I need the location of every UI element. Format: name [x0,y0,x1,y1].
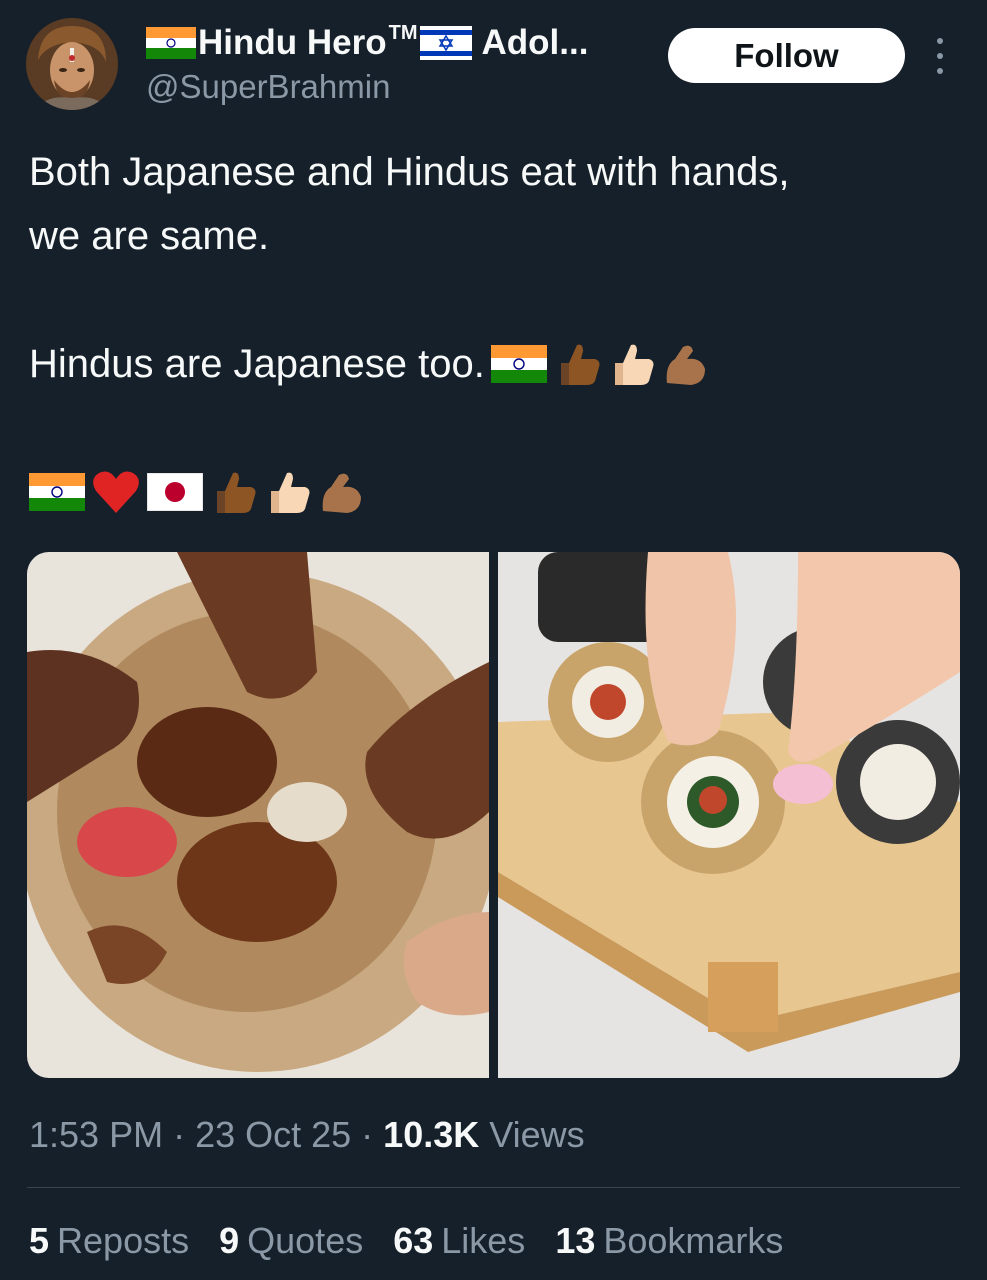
tweet-line-4 [29,460,969,524]
media-image-sushi[interactable] [498,552,960,1078]
tweet-line-3-text: Hindus are Japanese too. [29,342,485,386]
likes-count: 63 [393,1220,434,1261]
thumbs-up-light-icon [271,472,310,513]
india-flag-icon [29,473,85,511]
engagement-stats: 5 Reposts 9 Quotes 63 Likes 13 Bookmarks [29,1215,783,1267]
avatar-image [26,18,118,110]
thumbs-up-dark-icon [217,472,256,513]
follow-button[interactable]: Follow [668,28,905,83]
divider [27,1187,960,1188]
tweet-date[interactable]: 23 Oct 25 [195,1114,351,1156]
sushi-image [498,552,960,1078]
reposts-count: 5 [29,1220,50,1261]
views-count: 10.3K [383,1114,480,1155]
india-flag-icon [146,27,196,59]
india-flag-icon [490,345,547,383]
israel-flag-icon [419,26,472,60]
tweet-meta: 1:53 PM · 23 Oct 25 · 10.3K Views [29,1110,585,1160]
media-image-hands-eating[interactable] [27,552,489,1078]
tweet-line-1: Both Japanese and Hindus eat with hands, [29,150,790,194]
thumbs-up-dark-icon [560,344,600,385]
flexed-biceps-icon [322,473,361,513]
red-heart-icon [93,471,139,513]
meta-separator: · [163,1114,196,1155]
bookmarks-count: 13 [555,1220,596,1261]
views-label: Views [479,1114,585,1155]
bookmarks-label: Bookmarks [603,1220,784,1261]
flexed-biceps-icon [666,345,705,385]
likes-label: Likes [441,1220,526,1261]
reposts-stat[interactable]: 5 Reposts [29,1220,189,1262]
likes-stat[interactable]: 63 Likes [393,1220,525,1262]
user-handle[interactable]: @SuperBrahmin [146,68,390,106]
quotes-label: Quotes [247,1220,364,1261]
thumbs-up-light-icon [614,344,654,385]
tweet-line-3: Hindus are Japanese too. [29,332,969,396]
bookmarks-stat[interactable]: 13 Bookmarks [555,1220,783,1262]
display-name[interactable]: Hindu Hero TM Adol... [146,20,588,66]
tweet-line-2: we are same. [29,214,270,258]
display-name-part1: Hindu Hero [198,23,387,62]
tweet-text: Both Japanese and Hindus eat with hands,… [29,140,969,524]
quotes-count: 9 [219,1220,240,1261]
hands-eating-image [27,552,489,1078]
trademark-sign: TM [388,21,418,44]
quotes-stat[interactable]: 9 Quotes [219,1220,363,1262]
japan-flag-icon [147,473,203,511]
reposts-label: Reposts [57,1220,190,1261]
meta-separator: · [351,1114,384,1155]
avatar[interactable] [26,18,118,110]
tweet-time[interactable]: 1:53 PM [29,1114,163,1156]
display-name-part2: Adol... [481,23,589,62]
more-options-icon[interactable] [928,38,952,74]
tweet-media[interactable] [27,552,960,1078]
